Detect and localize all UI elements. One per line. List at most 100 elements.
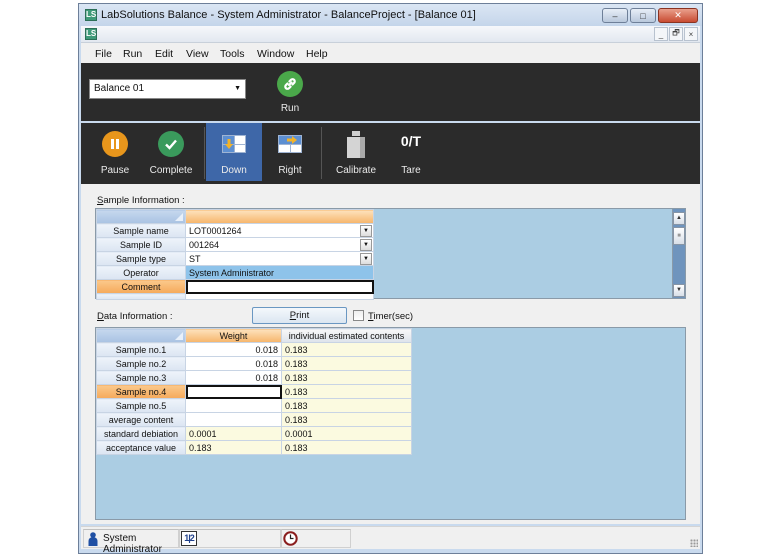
row-header[interactable]: Sample no.1 — [96, 342, 186, 357]
weight-cell[interactable]: 0.183 — [185, 440, 282, 455]
sample-type-field[interactable]: ST ▼ — [185, 251, 374, 266]
operator-field[interactable]: System Administrator — [185, 265, 374, 280]
column-header-weight[interactable]: Weight — [185, 328, 282, 343]
dropdown-arrow-icon[interactable]: ▼ — [360, 239, 372, 251]
window-title: LabSolutions Balance - System Administra… — [101, 9, 476, 21]
content-cell[interactable]: 0.183 — [281, 440, 412, 455]
data-info-label: Data Information : — [97, 311, 173, 322]
row-header-sample-name[interactable]: Sample name — [96, 223, 186, 238]
sample-info-row: Operator System Administrator — [96, 265, 374, 280]
timer-checkbox[interactable] — [353, 310, 364, 321]
dropdown-arrow-icon[interactable]: ▼ — [360, 253, 372, 265]
menu-help[interactable]: Help — [306, 48, 328, 60]
content-cell[interactable]: 0.183 — [281, 342, 412, 357]
down-button[interactable]: Down — [206, 123, 262, 181]
weight-cell[interactable]: 0.018 — [185, 342, 282, 357]
menu-window[interactable]: Window — [257, 48, 294, 60]
tare-button[interactable]: 0/T Tare — [383, 123, 439, 181]
sample-id-field[interactable]: 001264 ▼ — [185, 237, 374, 252]
sample-type-value: ST — [189, 253, 201, 264]
balance-select[interactable]: Balance 01 ▼ — [89, 79, 246, 99]
pause-icon — [102, 131, 128, 157]
row-header-operator[interactable]: Operator — [96, 265, 186, 280]
status-clock-pane — [281, 529, 351, 548]
close-button[interactable]: ✕ — [658, 8, 698, 23]
link-icon — [277, 71, 303, 97]
sample-name-field[interactable]: LOT0001264 ▼ — [185, 223, 374, 238]
status-user-pane: System Administrator — [83, 529, 179, 555]
sample-id-value: 001264 — [189, 239, 220, 250]
chevron-down-icon: ▼ — [234, 85, 241, 92]
sample-info-value-header[interactable] — [185, 209, 374, 224]
move-down-icon — [222, 135, 246, 153]
content-cell[interactable]: 0.183 — [281, 398, 412, 413]
dropdown-arrow-icon[interactable]: ▼ — [360, 225, 372, 237]
menu-tools[interactable]: Tools — [220, 48, 245, 60]
mdi-child-bar: LS _ 🗗 × — [81, 26, 700, 43]
pause-label: Pause — [100, 165, 130, 176]
row-header-selected[interactable]: Sample no.4 — [96, 384, 186, 399]
right-button[interactable]: Right — [262, 123, 318, 181]
weight-cell[interactable]: 0.018 — [185, 370, 282, 385]
status-page-pane: 1|2 — [179, 529, 281, 548]
row-header-comment[interactable]: Comment — [96, 279, 186, 294]
minimize-button[interactable]: – — [602, 8, 628, 23]
child-close-button[interactable]: × — [684, 27, 698, 41]
table-row: average content 0.183 — [96, 412, 412, 427]
complete-button[interactable]: Complete — [143, 123, 199, 181]
scroll-thumb[interactable]: ■ — [673, 227, 685, 245]
weight-cell-active[interactable] — [185, 384, 282, 399]
menu-edit[interactable]: Edit — [155, 48, 173, 60]
title-bar: LS LabSolutions Balance - System Adminis… — [79, 4, 702, 26]
sample-info-row: Sample ID 001264 ▼ — [96, 237, 374, 252]
content-cell[interactable]: 0.183 — [281, 384, 412, 399]
row-header[interactable]: average content — [96, 412, 186, 427]
print-button[interactable]: Print — [252, 307, 347, 324]
timer-label: Timer(sec) — [368, 311, 414, 322]
weight-cell[interactable]: 0.0001 — [185, 426, 282, 441]
partial-field[interactable] — [185, 293, 374, 300]
menu-view[interactable]: View — [186, 48, 209, 60]
content-cell[interactable]: 0.183 — [281, 370, 412, 385]
pause-button[interactable]: Pause — [87, 123, 143, 181]
row-header-partial[interactable] — [96, 293, 186, 300]
row-header-sample-id[interactable]: Sample ID — [96, 237, 186, 252]
row-header[interactable]: standard debiation — [96, 426, 186, 441]
data-info-table: Weight individual estimated contents Sam… — [96, 328, 412, 455]
comment-field[interactable] — [185, 279, 374, 294]
scroll-up-icon[interactable]: ▲ — [673, 212, 685, 225]
sample-info-label: Sample Information : — [97, 195, 185, 206]
sample-info-scrollbar[interactable]: ▲ ■ ▼ — [672, 209, 685, 298]
row-header[interactable]: Sample no.5 — [96, 398, 186, 413]
content-cell[interactable]: 0.183 — [281, 356, 412, 371]
grid-corner[interactable] — [96, 209, 186, 224]
calibrate-button[interactable]: Calibrate — [328, 123, 384, 181]
run-button[interactable]: Run — [262, 63, 318, 121]
grid-corner[interactable] — [96, 328, 186, 343]
sample-info-row — [96, 293, 374, 300]
menu-run[interactable]: Run — [123, 48, 142, 60]
child-minimize-button[interactable]: _ — [654, 27, 668, 41]
toolbar-separator — [204, 127, 205, 179]
weight-cell[interactable] — [185, 412, 282, 427]
child-restore-button[interactable]: 🗗 — [669, 27, 683, 41]
content-cell[interactable]: 0.0001 — [281, 426, 412, 441]
column-header-contents[interactable]: individual estimated contents — [281, 328, 412, 343]
maximize-button[interactable]: □ — [630, 8, 656, 23]
row-header[interactable]: Sample no.3 — [96, 370, 186, 385]
sample-info-table: Sample name LOT0001264 ▼ Sample ID 001264… — [96, 209, 374, 300]
child-window-icon[interactable]: LS — [85, 28, 97, 40]
run-label: Run — [280, 103, 300, 114]
resize-grip[interactable] — [690, 539, 698, 547]
scroll-down-icon[interactable]: ▼ — [673, 284, 685, 297]
row-header[interactable]: Sample no.2 — [96, 356, 186, 371]
sample-info-row: Sample name LOT0001264 ▼ — [96, 223, 374, 238]
row-header[interactable]: acceptance value — [96, 440, 186, 455]
menu-file[interactable]: File — [95, 48, 112, 60]
table-row: Sample no.4 0.183 — [96, 384, 412, 399]
content-cell[interactable]: 0.183 — [281, 412, 412, 427]
row-header-sample-type[interactable]: Sample type — [96, 251, 186, 266]
weight-cell[interactable]: 0.018 — [185, 356, 282, 371]
weight-cell[interactable] — [185, 398, 282, 413]
complete-label: Complete — [149, 165, 193, 176]
